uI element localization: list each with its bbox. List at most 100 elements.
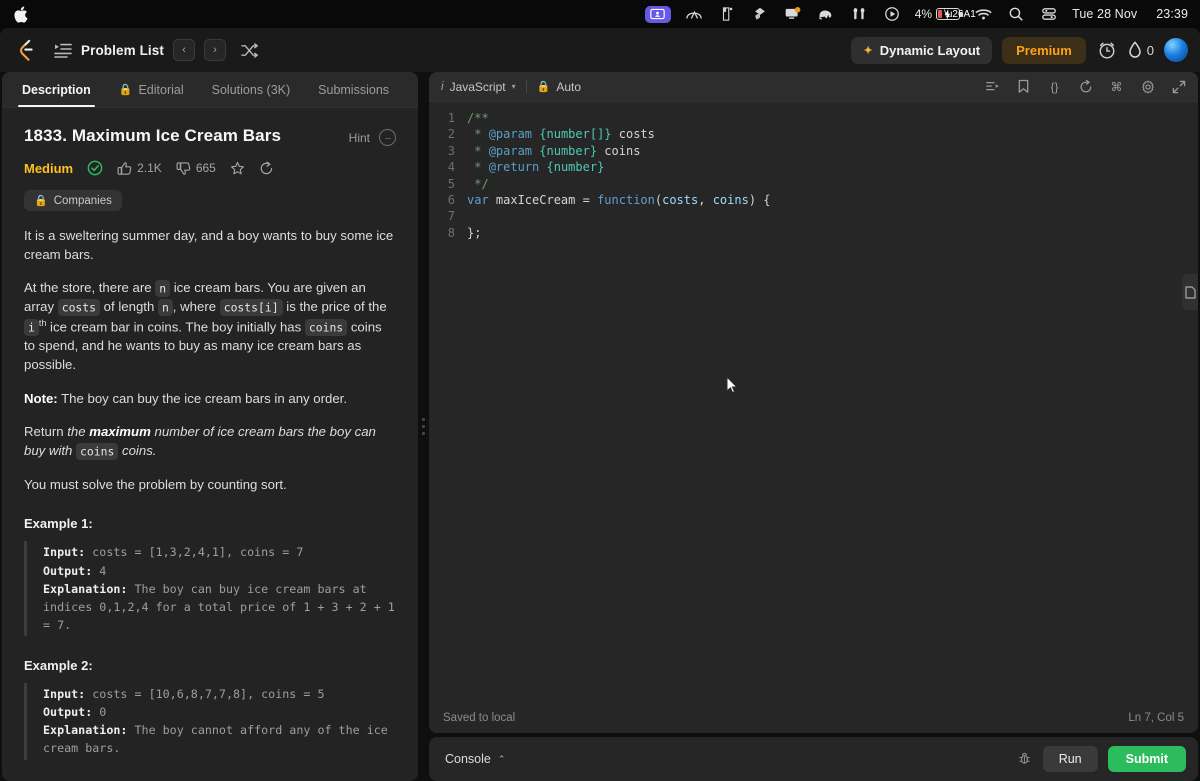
code-token: {number[]} <box>539 127 612 142</box>
lock-icon: 🔒 <box>118 84 133 96</box>
user-avatar[interactable] <box>1164 38 1188 62</box>
code-line[interactable] <box>467 208 1198 224</box>
control-center-icon[interactable] <box>1039 5 1059 23</box>
premium-button[interactable]: Premium <box>1002 36 1086 64</box>
code-line[interactable]: }; <box>467 225 1198 241</box>
code-line[interactable]: /** <box>467 110 1198 126</box>
description-tabs: Description 🔒 Editorial Solutions (3K) S… <box>2 72 418 108</box>
tab-description[interactable]: Description <box>8 72 105 107</box>
leetcode-app-window: Problem List ‹ › ✦ Dynamic Layout Premiu… <box>0 28 1200 781</box>
code-token: costs <box>662 193 699 208</box>
return-a: Return <box>24 424 68 440</box>
airpods-icon[interactable] <box>849 5 869 23</box>
dynamic-layout-button[interactable]: ✦ Dynamic Layout <box>851 36 993 64</box>
code-line[interactable]: */ <box>467 176 1198 192</box>
return-end: coins. <box>118 443 157 458</box>
apple-logo-icon[interactable] <box>14 6 28 23</box>
menubar-status-icons: 4% \u26A1 Tue 28 Nov 23:39 <box>644 5 1188 23</box>
dropbox-icon[interactable] <box>750 5 770 23</box>
wifi-icon[interactable] <box>973 5 993 23</box>
fullscreen-icon[interactable] <box>1171 79 1186 94</box>
run-button[interactable]: Run <box>1042 746 1098 772</box>
solved-check-icon <box>87 160 103 176</box>
screen-mirroring-icon[interactable] <box>644 5 671 23</box>
example-2-input-value: costs = [10,6,8,7,7,8], coins = 5 <box>85 687 325 702</box>
streak-flame-icon <box>1128 41 1142 59</box>
more-options-icon[interactable]: ··· <box>379 129 396 146</box>
description-scroll-area[interactable]: 1833. Maximum Ice Cream Bars Hint ··· Me… <box>2 108 418 781</box>
code-token: , <box>698 193 713 208</box>
next-problem-button[interactable]: › <box>203 39 226 61</box>
tab-editorial[interactable]: 🔒 Editorial <box>105 72 198 107</box>
panel-resize-handle[interactable] <box>418 72 429 781</box>
playback-icon[interactable] <box>882 5 902 23</box>
command-shortcuts-icon[interactable]: ⌘ <box>1109 79 1124 94</box>
code-token: function <box>597 193 655 208</box>
favorite-star-icon[interactable] <box>230 161 245 176</box>
companies-label: Companies <box>53 194 112 207</box>
battery-status[interactable]: 4% \u26A1 <box>915 7 976 21</box>
example-1-input-value: costs = [1,3,2,4,1], coins = 7 <box>85 545 304 560</box>
console-toggle[interactable]: Console ⌃ <box>445 752 505 766</box>
macos-menubar: 4% \u26A1 Tue 28 Nov 23:39 <box>0 0 1200 28</box>
code-ith: i <box>24 318 39 336</box>
code-token: costs <box>611 127 655 142</box>
tab-solutions[interactable]: Solutions (3K) <box>198 72 305 107</box>
bookmark-icon[interactable] <box>1016 79 1031 94</box>
elephant-icon[interactable] <box>816 5 836 23</box>
notes-side-tab[interactable] <box>1182 274 1198 310</box>
likes-counter[interactable]: 2.1K <box>117 161 162 176</box>
info-italic-icon: i <box>441 80 444 93</box>
tab-submissions[interactable]: Submissions <box>304 72 403 107</box>
description-paragraph-2: At the store, there are n ice cream bars… <box>24 279 396 374</box>
example-2-block: Input: costs = [10,6,8,7,7,8], coins = 5… <box>24 683 396 760</box>
share-icon[interactable] <box>259 161 274 176</box>
shuffle-icon[interactable] <box>241 42 258 59</box>
curly-braces-icon[interactable]: {} <box>1047 79 1062 94</box>
list-icon[interactable] <box>54 41 72 59</box>
dislikes-counter[interactable]: 665 <box>176 161 216 176</box>
code-content[interactable]: /** * @param {number[]} costs * @param {… <box>463 110 1198 703</box>
problem-description: It is a sweltering summer day, and a boy… <box>24 227 396 494</box>
resize-dots-icon <box>422 418 425 435</box>
settings-gear-icon[interactable] <box>1140 79 1155 94</box>
companies-chip[interactable]: 🔒 Companies <box>24 190 122 211</box>
streak-counter[interactable]: 0 <box>1128 41 1154 59</box>
nordvpn-icon[interactable] <box>684 5 704 23</box>
example-2-input-label: Input: <box>43 687 86 702</box>
format-code-icon[interactable] <box>985 79 1000 94</box>
prev-problem-button[interactable]: ‹ <box>172 39 195 61</box>
debug-bug-icon[interactable] <box>1017 751 1033 767</box>
spotlight-search-icon[interactable] <box>1006 5 1026 23</box>
notes-page-icon <box>1184 285 1196 299</box>
leetcode-logo-icon[interactable] <box>14 38 38 62</box>
code-editor-card: i JavaScript ▾ 🔒 Auto {} ⌘ 1 2 3 4 5 6 7… <box>429 72 1198 733</box>
menubar-date[interactable]: Tue 28 Nov <box>1072 7 1137 21</box>
code-token: {number} <box>539 143 598 158</box>
example-2-output-label: Output: <box>43 705 93 720</box>
line-number: 6 <box>447 193 455 208</box>
code-line[interactable]: var maxIceCream = function(costs, coins)… <box>467 192 1198 208</box>
auto-sync-toggle[interactable]: 🔒 Auto <box>537 80 581 94</box>
code-line[interactable]: * @param {number[]} costs <box>467 126 1198 142</box>
reset-code-icon[interactable] <box>1078 79 1093 94</box>
language-selector[interactable]: i JavaScript ▾ <box>441 80 516 94</box>
timer-icon[interactable] <box>1096 39 1118 61</box>
problem-list-label[interactable]: Problem List <box>81 43 164 58</box>
editor-status-bar: Saved to local Ln 7, Col 5 <box>429 703 1198 733</box>
code-line[interactable]: * @param {number} coins <box>467 143 1198 159</box>
leetcode-navbar: Problem List ‹ › ✦ Dynamic Layout Premiu… <box>0 28 1200 72</box>
figma-icon[interactable] <box>717 5 737 23</box>
return-strong: maximum <box>89 424 151 440</box>
code-token: }; <box>467 225 482 240</box>
menubar-time[interactable]: 23:39 <box>1156 7 1188 21</box>
sparkle-icon: ✦ <box>863 44 873 57</box>
desc-p1-text: It is a sweltering summer day, and a boy… <box>24 228 394 262</box>
notifications-icon[interactable] <box>783 5 803 23</box>
code-editor-area[interactable]: 1 23 45 678 /** * @param {number[]} costs *… <box>429 102 1198 703</box>
line-number: 4 <box>447 160 455 175</box>
code-line[interactable]: * @return {number} <box>467 159 1198 175</box>
submit-button[interactable]: Submit <box>1107 746 1186 772</box>
hint-button[interactable]: Hint <box>349 131 370 145</box>
